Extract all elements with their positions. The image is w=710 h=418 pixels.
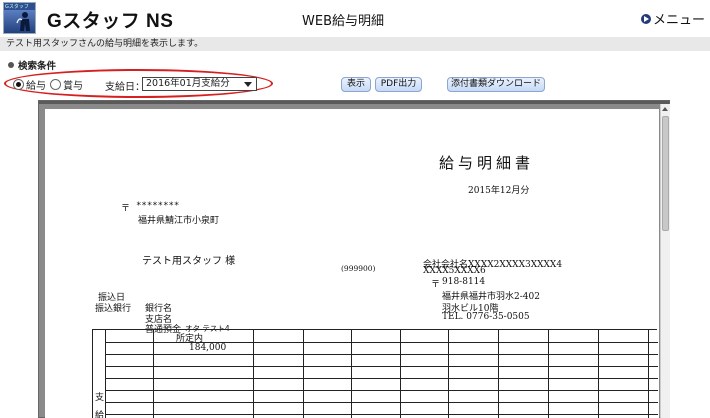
section-label-1: 支 <box>95 393 105 403</box>
bullet-icon <box>8 62 14 68</box>
radio-bonus-label: 賞与 <box>63 81 83 92</box>
person-icon <box>16 12 30 31</box>
page-title: WEB給与明細 <box>302 14 384 29</box>
recipient-postal: ******** <box>136 201 180 211</box>
recipient-name: テスト用スタッフ 様 <box>142 256 236 267</box>
chevron-down-icon <box>244 82 252 87</box>
download-attachments-button[interactable]: 添付書類ダウンロード <box>447 77 545 92</box>
company-tel: TEL. 0776-35-0505 <box>442 312 530 322</box>
staff-code: (999900) <box>341 264 376 273</box>
company-postal-mark: 〒 <box>431 280 441 290</box>
recipient-address: 福井県鯖江市小泉町 <box>138 216 220 226</box>
viewer-top-bar <box>39 101 669 104</box>
company-name-line2: XXXX5XXXX6 <box>423 266 486 276</box>
search-criteria-heading: 検索条件 <box>8 58 56 72</box>
document-title: 給与明細書 <box>439 154 535 172</box>
document-period: 2015年12月分 <box>468 186 530 196</box>
radio-bonus[interactable]: 賞与 <box>50 77 83 92</box>
pdf-export-button[interactable]: PDF出力 <box>375 77 422 92</box>
menu-link[interactable]: メニュー <box>641 9 705 28</box>
payslip-page: 給与明細書 2015年12月分 〒 ******** 福井県鯖江市小泉町 テスト… <box>45 109 659 418</box>
company-postal: 918-8114 <box>442 277 486 287</box>
radio-salary-button[interactable] <box>13 79 24 90</box>
app-title: Gスタッフ NS <box>47 11 174 32</box>
show-button[interactable]: 表示 <box>341 77 371 92</box>
menu-label: メニュー <box>653 13 706 28</box>
section-label-2: 給 <box>95 411 105 418</box>
payment-date-label: 支給日： <box>105 82 145 93</box>
postal-mark: 〒 <box>121 204 131 214</box>
play-icon <box>641 13 651 24</box>
radio-bonus-button[interactable] <box>50 79 61 90</box>
radio-salary-label: 給与 <box>26 81 46 92</box>
scroll-up-icon[interactable] <box>662 106 669 113</box>
payslip-table: 所定内 184,000 支 給 <box>92 329 658 418</box>
scrollbar-thumb[interactable] <box>662 116 669 231</box>
transfer-bank-label: 振込銀行 <box>95 304 132 314</box>
table-value-cell: 184,000 <box>189 343 227 353</box>
app-header: Gスタッフ Gスタッフ NS WEB給与明細 メニュー <box>0 0 710 37</box>
logo-caption: Gスタッフ <box>5 4 29 10</box>
app-logo: Gスタッフ <box>3 2 36 34</box>
payment-date-value: 2016年01月支給分 <box>146 78 230 89</box>
payment-date-select[interactable]: 2016年01月支給分 <box>142 77 257 91</box>
radio-salary[interactable]: 給与 <box>13 77 46 92</box>
search-criteria-label: 検索条件 <box>18 61 57 72</box>
document-viewer[interactable]: 給与明細書 2015年12月分 〒 ******** 福井県鯖江市小泉町 テスト… <box>38 100 670 418</box>
info-bar: テスト用スタッフさんの給与明細を表示します。 <box>0 37 710 51</box>
vertical-scrollbar[interactable] <box>660 104 670 418</box>
